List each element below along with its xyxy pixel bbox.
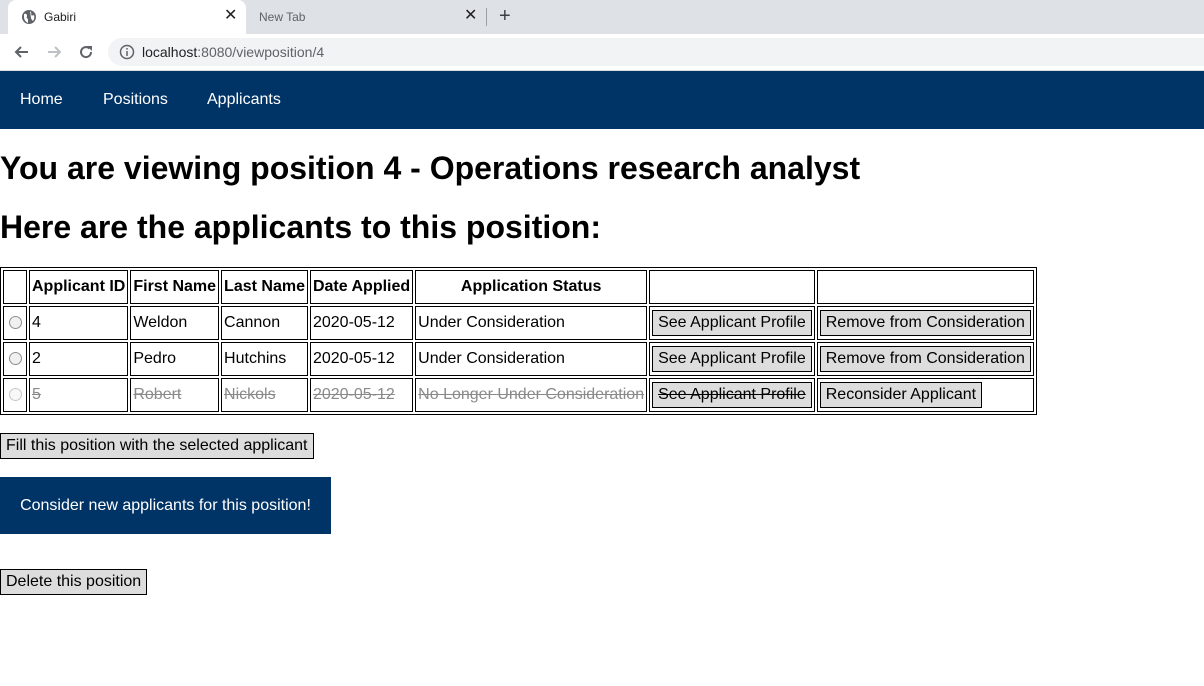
- action-cell: Remove from Consideration: [816, 342, 1034, 376]
- url-path: :8080/viewposition/4: [197, 44, 325, 60]
- tab-new-tab[interactable]: New Tab ✕: [250, 0, 486, 34]
- header-last-name: Last Name: [221, 270, 308, 304]
- select-cell: [3, 342, 27, 376]
- applicant-radio-disabled: [8, 388, 22, 402]
- table-header-row: Applicant ID First Name Last Name Date A…: [3, 270, 1034, 304]
- browser-tab-strip: Gabiri ✕ New Tab ✕ +: [0, 0, 1204, 34]
- tab-title: New Tab: [259, 10, 306, 24]
- new-tab-icon[interactable]: +: [499, 6, 511, 26]
- nav-home-link[interactable]: Home: [20, 91, 63, 109]
- header-date-applied: Date Applied: [309, 270, 414, 304]
- header-consideration-action: [816, 270, 1034, 304]
- reconsider-applicant-button[interactable]: Reconsider Applicant: [819, 382, 983, 408]
- header-select: [3, 270, 27, 304]
- first-name-cell: Pedro: [130, 342, 220, 376]
- see-applicant-profile-button[interactable]: See Applicant Profile: [652, 382, 812, 408]
- status-cell: Under Consideration: [415, 342, 648, 376]
- remove-from-consideration-button[interactable]: Remove from Consideration: [819, 346, 1031, 372]
- reload-icon[interactable]: [76, 42, 96, 62]
- header-applicant-id: Applicant ID: [29, 270, 129, 304]
- position-title: You are viewing position 4 - Operations …: [0, 150, 861, 186]
- table-row: 2 Pedro Hutchins 2020-05-12 Under Consid…: [3, 342, 1034, 376]
- first-name-cell: Robert: [130, 378, 220, 412]
- consider-new-applicants-button[interactable]: Consider new applicants for this positio…: [0, 477, 331, 534]
- applicant-radio[interactable]: [8, 316, 22, 330]
- applicant-id-cell: 4: [29, 306, 129, 340]
- last-name-cell: Nickols: [221, 378, 308, 412]
- remove-from-consideration-button[interactable]: Remove from Consideration: [819, 310, 1031, 336]
- select-cell: [3, 378, 27, 412]
- url-text[interactable]: localhost:8080/viewposition/4: [142, 45, 324, 59]
- delete-position-button[interactable]: Delete this position: [0, 569, 148, 595]
- header-first-name: First Name: [130, 270, 220, 304]
- profile-cell: See Applicant Profile: [649, 378, 815, 412]
- action-cell: Remove from Consideration: [816, 306, 1034, 340]
- header-application-status: Application Status: [415, 270, 648, 304]
- applicants-heading: Here are the applicants to this position…: [0, 209, 601, 245]
- table-row: 5 Robert Nickols 2020-05-12 No Longer Un…: [3, 378, 1034, 412]
- fill-position-button[interactable]: Fill this position with the selected app…: [0, 433, 314, 459]
- last-name-cell: Hutchins: [221, 342, 308, 376]
- profile-cell: See Applicant Profile: [649, 306, 815, 340]
- tab-divider: [486, 8, 487, 26]
- nav-applicants-link[interactable]: Applicants: [207, 91, 281, 109]
- applicant-radio[interactable]: [8, 352, 22, 366]
- see-applicant-profile-button[interactable]: See Applicant Profile: [652, 346, 812, 372]
- date-applied-cell: 2020-05-12: [309, 306, 414, 340]
- applicant-id-cell: 5: [29, 378, 129, 412]
- date-applied-cell: 2020-05-12: [309, 378, 414, 412]
- back-arrow-icon[interactable]: [12, 42, 32, 62]
- action-cell: Reconsider Applicant: [816, 378, 1034, 412]
- tab-title: Gabiri: [44, 10, 77, 24]
- see-applicant-profile-button[interactable]: See Applicant Profile: [652, 310, 812, 336]
- status-cell: Under Consideration: [415, 306, 648, 340]
- browser-toolbar: localhost:8080/viewposition/4: [0, 34, 1204, 71]
- nav-positions-link[interactable]: Positions: [103, 91, 168, 109]
- first-name-cell: Weldon: [130, 306, 220, 340]
- close-icon[interactable]: ✕: [224, 8, 237, 24]
- url-host: localhost: [142, 44, 198, 60]
- date-applied-cell: 2020-05-12: [309, 342, 414, 376]
- profile-cell: See Applicant Profile: [649, 342, 815, 376]
- forward-arrow-icon[interactable]: [44, 42, 64, 62]
- globe-icon: [22, 10, 36, 24]
- table-row: 4 Weldon Cannon 2020-05-12 Under Conside…: [3, 306, 1034, 340]
- close-icon[interactable]: ✕: [464, 8, 477, 24]
- applicant-id-cell: 2: [29, 342, 129, 376]
- header-profile-action: [649, 270, 815, 304]
- last-name-cell: Cannon: [221, 306, 308, 340]
- select-cell: [3, 306, 27, 340]
- applicants-table: Applicant ID First Name Last Name Date A…: [0, 267, 1037, 415]
- status-cell: No Longer Under Consideration: [415, 378, 648, 412]
- address-bar[interactable]: localhost:8080/viewposition/4: [108, 38, 1204, 66]
- info-icon[interactable]: [119, 44, 135, 60]
- site-navbar: Home Positions Applicants: [0, 71, 1204, 129]
- tab-gabiri[interactable]: Gabiri ✕: [8, 0, 246, 34]
